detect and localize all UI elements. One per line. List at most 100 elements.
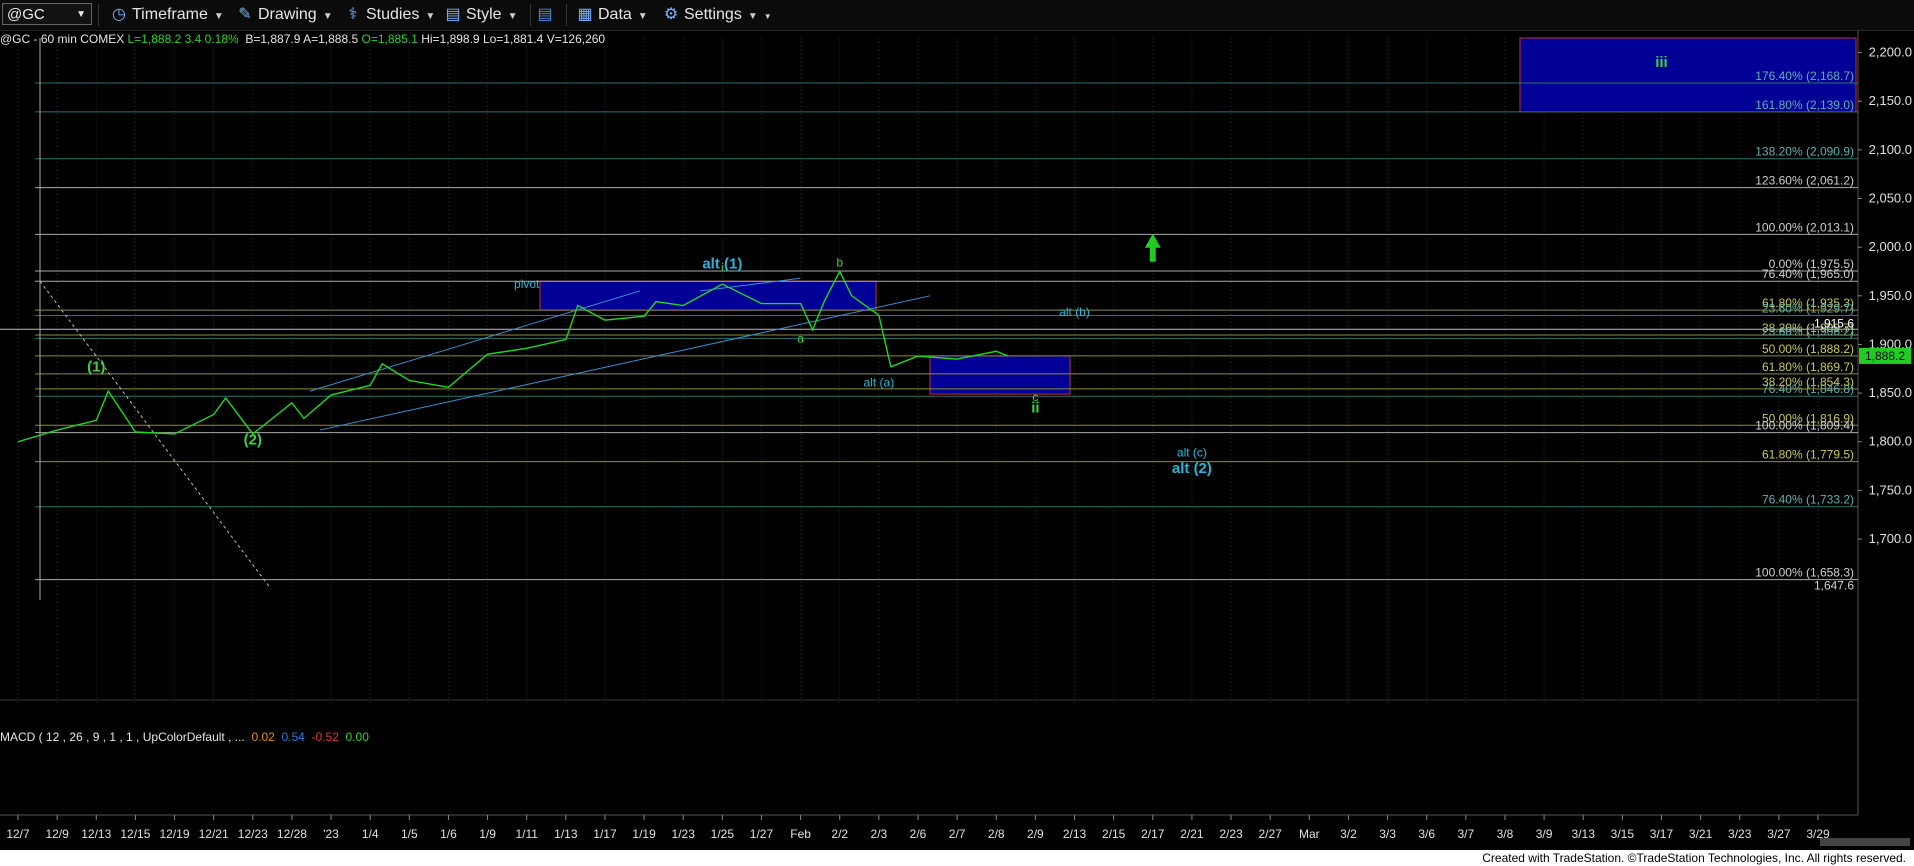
chart-area[interactable]: 2,200.0 2,150.0 2,100.0 2,050.0 2,000.0 1,950… [0, 30, 1914, 850]
drawing-menu[interactable]: ✎ Drawing ▼ [236, 0, 333, 30]
ask-price: A=1,888.5 [303, 32, 359, 46]
x-tick-label: 3/8 [1497, 827, 1514, 841]
fib-level-label: 100.00% (1,658.3) [1755, 566, 1854, 580]
x-tick-label: 3/6 [1418, 827, 1435, 841]
caret-down-icon: ▼ [213, 11, 224, 22]
macd-value-2: 0.54 [281, 730, 305, 744]
x-tick-label: 2/6 [910, 827, 927, 841]
x-tick-label: 3/21 [1689, 827, 1713, 841]
caret-down-icon: ▼ [425, 11, 436, 22]
toolbar-divider [530, 4, 531, 26]
x-tick-label: 1/5 [401, 827, 418, 841]
x-tick-label: 2/8 [988, 827, 1005, 841]
data-menu[interactable]: ▦ Data ▼ [576, 0, 648, 30]
y-tick-label: 1,850.0 [1869, 385, 1912, 400]
volume-value: V=126,260 [546, 32, 606, 46]
layout-icon: ▤ [537, 6, 553, 23]
x-tick-label: 12/21 [199, 827, 229, 841]
settings-label: Settings [684, 6, 742, 23]
fib-level-label: 176.40% (2,168.7) [1755, 69, 1854, 83]
x-tick-label: 1/27 [750, 827, 774, 841]
caret-down-icon: ▼ [747, 11, 758, 22]
fib-level-label: 61.80% (1,779.5) [1762, 448, 1854, 462]
bottom-level-label: 1,647.6 [1814, 579, 1854, 593]
y-tick-label: 1,950.0 [1869, 288, 1912, 303]
change-value: 3.4 [184, 32, 202, 46]
alt-a-box [929, 355, 1071, 395]
x-tick-label: 2/2 [831, 827, 848, 841]
wave-label: alt (2) [1172, 460, 1212, 477]
wave-label: alt (c) [1177, 445, 1207, 459]
fib-level-label: 61.80% (1,869.7) [1762, 360, 1854, 374]
drawing-label: Drawing [258, 6, 317, 23]
symbol-value: @GC [7, 6, 45, 23]
x-tick-label: 1/6 [440, 827, 457, 841]
x-tick-label: 2/27 [1258, 827, 1282, 841]
style-menu[interactable]: ▤ Style ▼ [444, 0, 517, 30]
footer: Created with TradeStation. ©TradeStation… [0, 850, 1914, 866]
x-tick-label: 2/7 [949, 827, 966, 841]
caret-down-icon: ▼ [637, 11, 648, 22]
x-tick-label: 3/15 [1611, 827, 1635, 841]
fib-level-label: 138.20% (2,090.9) [1755, 145, 1854, 159]
caret-down-icon: ▼ [322, 11, 333, 22]
toolbar-divider [98, 4, 99, 26]
fib-level-label: 23.60% (1,929.7) [1762, 302, 1854, 316]
x-tick-label: 1/13 [554, 827, 578, 841]
x-tick-label: 1/19 [632, 827, 656, 841]
x-tick-label: 3/2 [1340, 827, 1357, 841]
toolbar: @GC ▼ ◷ Timeframe ▼ ✎ Drawing ▼ ⚕ Studies ▼ ▤ S… [0, 0, 1914, 31]
studies-label: Studies [366, 6, 420, 23]
fib-level-label: 50.00% (1,888.2) [1762, 342, 1854, 356]
x-tick-label: 2/9 [1027, 827, 1044, 841]
macd-value-3: -0.52 [311, 730, 339, 744]
x-tick-label: 3/7 [1457, 827, 1474, 841]
symbol-selector[interactable]: @GC ▼ [2, 3, 92, 25]
wave-label: pivot [514, 277, 540, 291]
style-icon: ▤ [445, 6, 461, 23]
data-label: Data [598, 6, 632, 23]
y-tick-label: 2,100.0 [1869, 142, 1912, 157]
horizontal-scrollbar[interactable] [1820, 838, 1910, 846]
clock-icon: ◷ [112, 6, 126, 23]
x-tick-label: 12/23 [238, 827, 268, 841]
studies-icon: ⚕ [348, 6, 358, 23]
studies-menu[interactable]: ⚕ Studies ▼ [344, 0, 436, 30]
fib-level-label: 76.40% (1,965.0) [1762, 267, 1854, 281]
toolbar-divider [566, 4, 567, 26]
wave-label: alt (b) [1059, 305, 1090, 319]
high-price: Hi=1,898.9 [421, 32, 480, 46]
gear-icon: ⚙ [663, 6, 679, 23]
x-tick-label: 12/28 [277, 827, 307, 841]
timeframe-menu[interactable]: ◷ Timeframe ▼ [110, 0, 224, 30]
x-tick-label: 2/15 [1102, 827, 1126, 841]
last-price: L=1,888.2 [127, 32, 182, 46]
x-tick-label: 12/9 [45, 827, 69, 841]
layout-button[interactable]: ▤ [536, 0, 558, 30]
macd-header: MACD ( 12 , 26 , 9 , 1 , 1 , UpColorDefa… [0, 730, 369, 744]
y-tick-label: 1,700.0 [1869, 531, 1912, 546]
caret-down-icon: ▼ [507, 11, 518, 22]
last-price-tag-label: 1,888.2 [1865, 349, 1905, 363]
settings-menu[interactable]: ⚙ Settings ▼ ▼ [662, 0, 772, 30]
x-tick-label: 2/23 [1219, 827, 1243, 841]
y-tick-label: 1,800.0 [1869, 434, 1912, 449]
low-price: Lo=1,881.4 [482, 32, 544, 46]
copyright-text: Created with TradeStation. ©TradeStation… [1482, 851, 1906, 865]
pencil-icon: ✎ [238, 6, 252, 23]
y-tick-label: 2,000.0 [1869, 239, 1912, 254]
price-chart[interactable]: 2,200.0 2,150.0 2,100.0 2,050.0 2,000.0 1,950… [0, 30, 1914, 850]
x-tick-label: 1/11 [515, 827, 538, 841]
fib-level-label: 123.60% (2,061.2) [1755, 174, 1854, 188]
x-tick-label: 12/13 [81, 827, 111, 841]
wave-label: ii [1031, 400, 1039, 417]
y-tick-label: 2,150.0 [1869, 93, 1912, 108]
bid-price: B=1,887.9 [245, 32, 301, 46]
x-tick-label: 2/13 [1063, 827, 1087, 841]
macd-label: MACD ( 12 , 26 , 9 , 1 , 1 , UpColorDefa… [0, 730, 245, 744]
timeframe-label: Timeframe [132, 6, 208, 23]
y-tick-label: 2,050.0 [1869, 191, 1912, 206]
fib-level-label: 161.80% (2,139.0) [1755, 98, 1854, 112]
x-tick-label: 1/23 [672, 827, 696, 841]
x-tick-label: 1/25 [711, 827, 735, 841]
